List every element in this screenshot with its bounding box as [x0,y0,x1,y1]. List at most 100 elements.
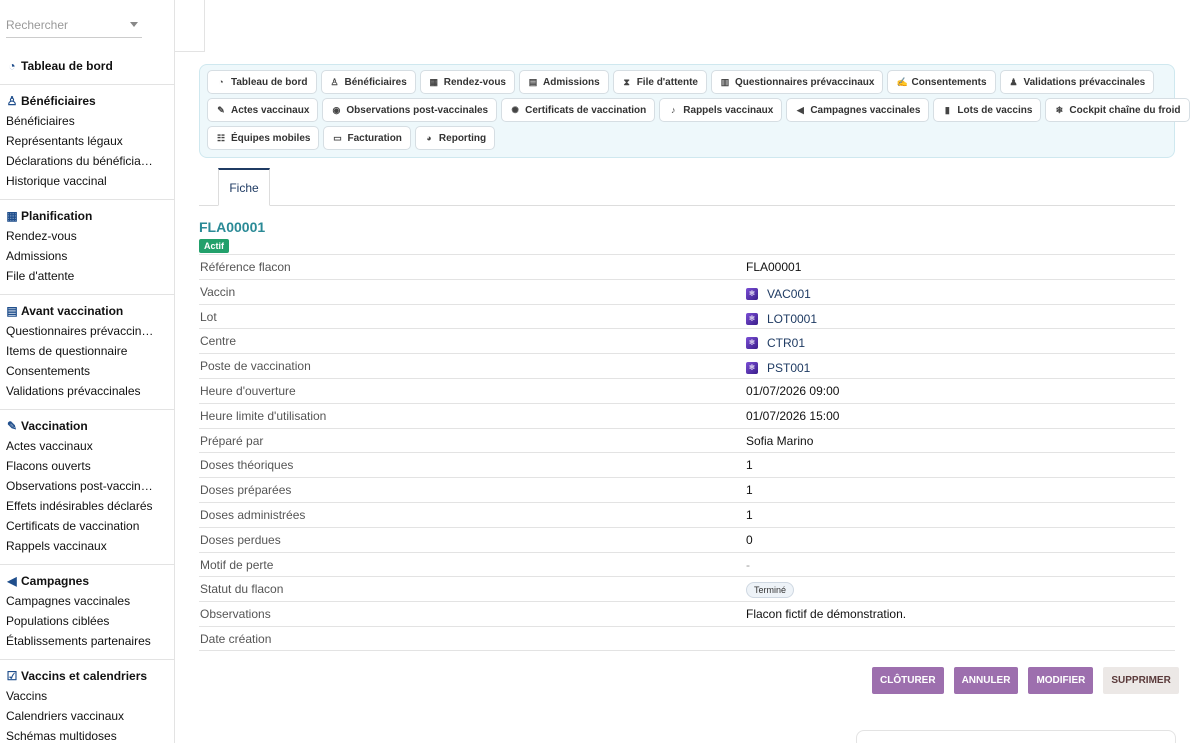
search-input[interactable] [6,14,126,36]
menu-button-label: Admissions [543,76,600,88]
sidebar-nav: ◔ Tableau de bord ♙ Bénéficiaires Bénéficiai… [0,50,174,743]
menu-button[interactable]: ❄ Cockpit chaîne du froid [1045,98,1190,122]
snowflake-icon: ❄ [746,287,758,300]
record-link[interactable]: ❄ PST001 [746,356,810,380]
record-link[interactable]: ❄ VAC001 [746,282,811,306]
sidebar: ◔Tableau de bord ♙BénéficiairesBénéficiai… [0,0,175,743]
tab-fiche[interactable]: Fiche [218,168,270,206]
sidebar-section-header[interactable]: ✎ Vaccination [0,416,174,436]
sidebar-section-header[interactable]: ◀ Campagnes [0,571,174,591]
search-box[interactable] [6,14,142,38]
sidebar-item[interactable]: Certificats de vaccination [0,516,174,536]
sidebar-item[interactable]: Consentements [0,361,174,381]
module-menu: ◔ Tableau de bord ♙ Bénéficiaires ▦ Rendez-vo… [199,64,1190,158]
field-row: Poste de vaccination ❄ PST001 [199,353,1175,378]
megaphone-icon: ◀ [7,574,17,588]
field-value: 1 [746,483,753,498]
menu-button[interactable]: ▤ Admissions [519,70,609,94]
menu-button[interactable]: ♪ Rappels vaccinaux [659,98,783,122]
sidebar-item[interactable]: Effets indésirables déclarés [0,496,174,516]
people-icon: ♙ [330,77,339,87]
field-row: Heure limite d'utilisation 01/07/2026 15:… [199,402,1175,428]
sidebar-item[interactable]: Établissements partenaires [0,631,174,651]
certificate-icon: ✺ [511,105,519,115]
record-link-label: PST001 [767,361,811,376]
menu-button-label: Certificats de vaccination [525,104,647,116]
menu-button-label: Validations prévaccinales [1023,76,1146,88]
field-row: Vaccin ❄ VAC001 [199,278,1175,306]
sidebar-item[interactable]: Vaccins [0,686,174,706]
menu-button[interactable]: ☷ Équipes mobiles [207,126,320,150]
menu-button-label: Rendez-vous [443,76,506,88]
sidebar-item[interactable]: Calendriers vaccinaux [0,706,174,726]
sidebar-section-header[interactable]: ◔ Tableau de bord [0,56,174,76]
menu-button[interactable]: ▮ Lots de vaccins [933,98,1042,122]
signature-icon: ✍ [896,77,908,87]
sidebar-section: ▦ Planification Rendez-vous Admissions File … [0,200,174,295]
field-row: Doses préparées 1 [199,477,1175,502]
sidebar-section-header[interactable]: ☑ Vaccins et calendriers [0,666,174,686]
menu-button[interactable]: ✺ Certificats de vaccination [501,98,656,122]
menu-button[interactable]: ▥ Questionnaires prévaccinaux [710,70,884,94]
field-label: Doses administrées [200,507,306,522]
menu-button[interactable]: ◔ Tableau de bord [207,70,317,94]
sidebar-item[interactable]: Représentants légaux [0,131,174,151]
record-link-label: LOT0001 [767,311,818,326]
menu-button[interactable]: ♙ Bénéficiaires [320,70,416,94]
menu-button[interactable]: ▭ Facturation [323,126,411,150]
menu-row: ☷ Équipes mobiles ▭ Facturation ◕ Reporting [207,126,1174,151]
sidebar-item[interactable]: Observations post-vaccin… [0,476,174,496]
sidebar-item[interactable]: Bénéficiaires [0,111,174,131]
sidebar-item[interactable]: Items de questionnaire [0,341,174,361]
field-value: 1 [746,458,753,473]
record-link[interactable]: ❄ CTR01 [746,331,805,355]
sidebar-item[interactable]: Actes vaccinaux [0,436,174,456]
field-label: Motif de perte [200,557,274,572]
sidebar-item[interactable]: Rendez-vous [0,226,174,246]
menu-button[interactable]: ⧗ File d'attente [612,70,707,94]
menu-button-label: Rappels vaccinaux [683,104,774,116]
menu-button[interactable]: ▦ Rendez-vous [419,70,515,94]
hourglass-icon: ⧗ [623,77,630,87]
menu-button[interactable]: ◀ Campagnes vaccinales [786,98,930,122]
sidebar-item[interactable]: Flacons ouverts [0,456,174,476]
calendar-icon: ▦ [429,77,439,87]
close-button[interactable]: CLÔTURER [872,667,944,694]
menu-button[interactable]: ♟ Validations prévaccinales [999,70,1155,94]
menu-button[interactable]: ✎ Actes vaccinaux [207,98,319,122]
sidebar-item[interactable]: Schémas multidoses [0,726,174,743]
field-row: Date création [199,625,1175,651]
sidebar-item[interactable]: Questionnaires prévaccin… [0,321,174,341]
field-value: ❄ LOT0001 [746,305,817,331]
cancel-button[interactable]: ANNULER [953,667,1019,694]
sidebar-item[interactable]: Déclarations du bénéficia… [0,151,174,171]
menu-button[interactable]: ✍ Consentements [887,70,996,94]
chevron-down-icon[interactable] [130,22,138,27]
sidebar-item[interactable]: Populations ciblées [0,611,174,631]
sidebar-item[interactable]: File d'attente [0,266,174,286]
sidebar-section-title: Vaccination [21,419,88,433]
field-value: 01/07/2026 09:00 [746,383,840,398]
record-link[interactable]: ❄ LOT0001 [746,307,817,331]
sidebar-item[interactable]: Validations prévaccinales [0,381,174,401]
menu-button[interactable]: ◉ Observations post-vaccinales [322,98,498,122]
sidebar-section: ✎ Vaccination Actes vaccinaux Flacons ouver… [0,410,174,565]
edit-button[interactable]: MODIFIER [1028,667,1094,694]
delete-button[interactable]: SUPPRIMER [1103,667,1179,694]
sidebar-item[interactable]: Historique vaccinal [0,171,174,191]
snowflake-icon: ❄ [746,362,758,375]
team-icon: ☷ [216,133,226,143]
sidebar-section-header[interactable]: ▦ Planification [0,206,174,226]
people-icon: ♙ [6,94,18,108]
menu-button[interactable]: ◕ Reporting [414,126,496,150]
field-label: Heure limite d'utilisation [200,408,327,423]
sidebar-section-header[interactable]: ♙ Bénéficiaires [0,91,174,111]
action-bar: CLÔTURER ANNULER MODIFIER SUPPRIMER [862,667,1179,694]
clipboard-icon: ▤ [6,304,18,318]
sidebar-item[interactable]: Rappels vaccinaux [0,536,174,556]
field-label: Observations [200,607,271,622]
sidebar-item[interactable]: Campagnes vaccinales [0,591,174,611]
menu-button-label: Lots de vaccins [957,104,1033,116]
sidebar-section-header[interactable]: ▤ Avant vaccination [0,301,174,321]
sidebar-item[interactable]: Admissions [0,246,174,266]
